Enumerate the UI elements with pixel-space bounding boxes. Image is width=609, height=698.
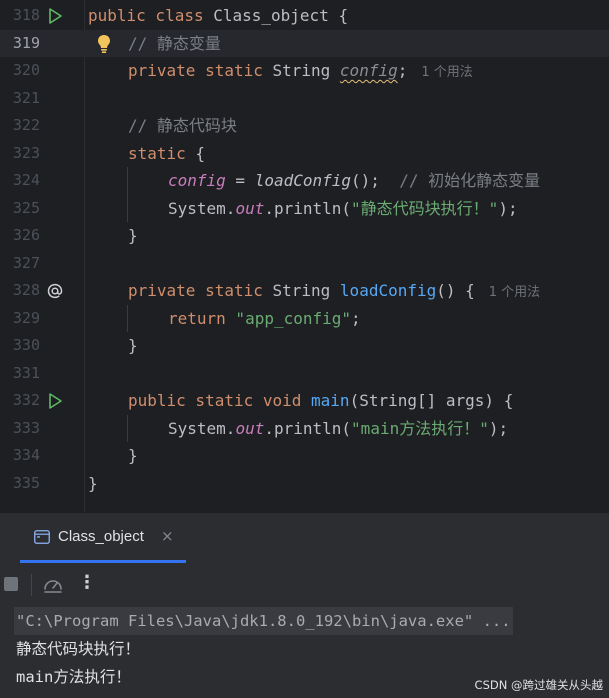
line-number: 320 <box>12 61 40 79</box>
line-number: 321 <box>12 88 40 107</box>
code-text: public class Class_object { <box>88 6 349 25</box>
code-text: } <box>128 446 138 465</box>
line-number: 331 <box>12 363 40 382</box>
code-line[interactable]: 321 <box>0 85 609 113</box>
code-text: // 静态代码块 <box>128 116 237 135</box>
code-line[interactable]: 335 } <box>0 470 609 498</box>
run-class-icon[interactable] <box>46 7 64 25</box>
more-options-icon[interactable]: ⋮ <box>78 572 96 593</box>
run-tool-window-tabbar: Class_object × <box>0 512 609 563</box>
line-number: 322 <box>12 116 40 134</box>
console-output-line: 静态代码块执行！ <box>16 640 141 658</box>
code-text: } <box>128 226 138 245</box>
code-editor[interactable]: 318 public class Class_object { 319 // 静… <box>0 0 609 512</box>
line-number: 328 <box>12 281 40 299</box>
code-line-current[interactable]: 319 // 静态变量 <box>0 29 609 57</box>
code-line[interactable]: 332 public static void main(String[] arg… <box>0 387 609 415</box>
code-line[interactable]: 329 return "app_config"; <box>0 305 609 333</box>
code-text: System.out.println("main方法执行！"); <box>168 418 509 438</box>
close-icon[interactable]: × <box>161 527 174 545</box>
code-text: // 静态变量 <box>128 33 221 53</box>
line-number: 335 <box>12 473 40 492</box>
code-line[interactable]: 327 <box>0 250 609 278</box>
console-window-icon <box>34 530 50 544</box>
line-number: 318 <box>12 6 40 24</box>
code-text: } <box>128 336 138 355</box>
code-text: private static String loadConfig() {1 个用… <box>128 281 541 300</box>
code-line[interactable]: 320 private static String config; 1 个用法 <box>0 57 609 85</box>
profiler-gauge-icon[interactable] <box>42 574 64 596</box>
line-number: 323 <box>12 143 40 162</box>
code-text: public static void main(String[] args) { <box>128 391 514 410</box>
code-line[interactable]: 328 private static String loadConfig() {… <box>0 277 609 305</box>
code-text: } <box>88 473 98 493</box>
console-command-line[interactable]: "C:\Program Files\Java\jdk1.8.0_192\bin\… <box>14 607 513 635</box>
console-output-line: main方法执行！ <box>16 668 131 686</box>
code-line[interactable]: 325 System.out.println("静态代码块执行！"); <box>0 195 609 223</box>
lightbulb-icon[interactable] <box>97 34 111 54</box>
run-toolbar: ⋮ <box>0 563 609 607</box>
indent-guide <box>127 167 128 222</box>
toolbar-divider <box>31 574 32 596</box>
code-line[interactable]: 324 config = loadConfig(); // 初始化静态变量 <box>0 167 609 195</box>
line-number: 332 <box>12 391 40 409</box>
line-number: 327 <box>12 253 40 272</box>
code-line[interactable]: 318 public class Class_object { <box>0 2 609 30</box>
usage-hint: 1 个用法 <box>421 65 473 80</box>
code-text: static { <box>128 143 206 163</box>
code-line[interactable]: 333 System.out.println("main方法执行！"); <box>0 415 609 443</box>
run-main-icon[interactable] <box>46 392 64 410</box>
code-text: config = loadConfig(); // 初始化静态变量 <box>168 171 541 190</box>
code-text: System.out.println("静态代码块执行！"); <box>168 198 518 218</box>
tab-label: Class_object <box>58 528 144 545</box>
code-line[interactable]: 331 <box>0 360 609 388</box>
line-number: 325 <box>12 198 40 217</box>
line-number: 324 <box>12 171 40 189</box>
code-line[interactable]: 330 } <box>0 332 609 360</box>
line-number: 326 <box>12 226 40 244</box>
indent-guide <box>127 304 128 332</box>
code-line[interactable]: 326 } <box>0 222 609 250</box>
line-number: 319 <box>12 33 40 52</box>
code-line[interactable]: 323 static { <box>0 140 609 168</box>
code-text: private static String config; 1 个用法 <box>128 61 473 80</box>
code-text: return "app_config"; <box>168 308 361 328</box>
indent-guide <box>127 414 128 442</box>
tab-class-object[interactable]: Class_object × <box>20 513 186 563</box>
at-sign-icon[interactable] <box>46 282 64 300</box>
console-output[interactable]: "C:\Program Files\Java\jdk1.8.0_192\bin\… <box>0 607 609 698</box>
line-number: 329 <box>12 308 40 327</box>
code-line[interactable]: 322 // 静态代码块 <box>0 112 609 140</box>
code-line[interactable]: 334 } <box>0 442 609 470</box>
usage-hint: 1 个用法 <box>488 285 541 300</box>
line-number: 333 <box>12 418 40 437</box>
stop-icon[interactable] <box>4 577 18 591</box>
line-number: 334 <box>12 446 40 464</box>
watermark: CSDN @跨过雄关从头越 <box>474 678 603 692</box>
line-number: 330 <box>12 336 40 354</box>
